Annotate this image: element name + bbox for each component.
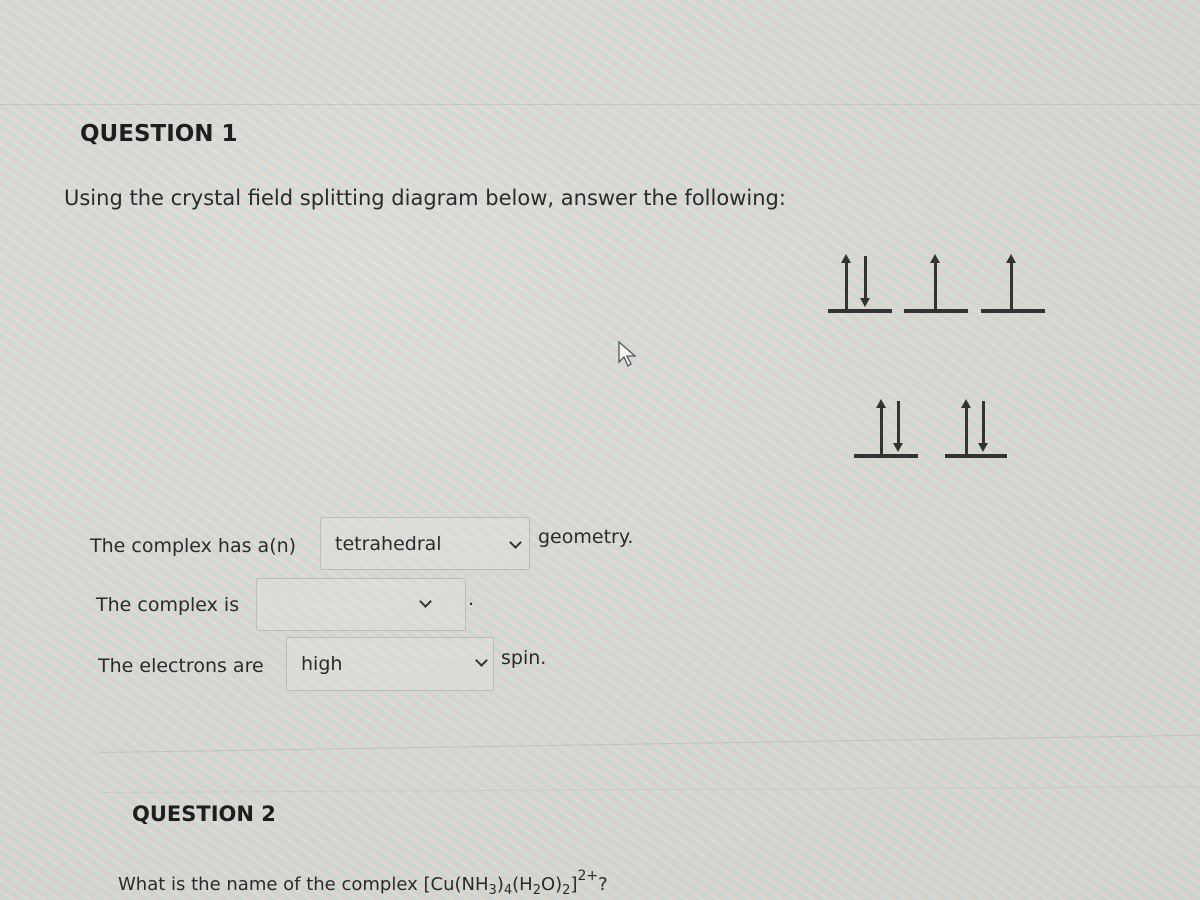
statement-geometry-prefix: The complex has a(n) xyxy=(90,535,297,557)
geometry-dropdown-value: tetrahedral xyxy=(335,532,442,555)
electron-down-arrow xyxy=(893,401,903,452)
electron-up-arrow xyxy=(876,399,886,454)
spin-dropdown-value: high xyxy=(301,653,343,675)
geometry-dropdown[interactable]: tetrahedral xyxy=(320,517,530,570)
electron-down-arrow xyxy=(860,256,870,307)
question-divider xyxy=(99,734,1200,753)
question-1-prompt: Using the crystal field splitting diagra… xyxy=(64,186,786,210)
formula-subscript: 2 xyxy=(532,883,541,898)
lower-orbital-2 xyxy=(945,454,1007,458)
electron-up-arrow xyxy=(930,254,940,309)
chevron-down-icon xyxy=(475,654,488,667)
chevron-down-icon xyxy=(419,595,432,608)
formula-subscript: 4 xyxy=(503,883,513,898)
lower-orbital-1 xyxy=(854,454,918,458)
electron-down-arrow xyxy=(978,401,988,452)
electron-up-arrow xyxy=(961,399,971,454)
question-1-title: QUESTION 1 xyxy=(80,121,238,147)
statement-geometry-suffix: geometry. xyxy=(538,526,634,548)
electron-up-arrow xyxy=(841,254,851,309)
formula-part: [Cu(NH xyxy=(423,874,489,895)
complex-formula: [Cu(NH3)4(H2O)2]2+? xyxy=(423,868,608,898)
statement-complex-suffix: . xyxy=(468,588,475,610)
top-divider xyxy=(0,104,1200,105)
statement-spin-suffix: spin. xyxy=(501,647,547,669)
upper-orbital-3 xyxy=(981,309,1045,313)
formula-subscript: 3 xyxy=(488,883,497,898)
complex-property-dropdown[interactable] xyxy=(256,578,466,631)
question-divider-lower xyxy=(99,786,1200,793)
formula-question-mark: ? xyxy=(598,874,608,895)
upper-orbital-2 xyxy=(904,309,968,313)
spin-dropdown[interactable]: high xyxy=(286,637,494,691)
formula-charge: 2+ xyxy=(577,868,599,884)
question-2-prompt-text: What is the name of the complex xyxy=(118,874,418,895)
upper-orbital-1 xyxy=(828,309,892,313)
statement-spin-prefix: The electrons are xyxy=(98,655,264,677)
formula-part: ) xyxy=(496,874,504,895)
formula-part: O) xyxy=(540,874,563,895)
formula-part: (H xyxy=(512,874,533,895)
question-2-prompt: What is the name of the complex [Cu(NH3)… xyxy=(118,868,608,898)
question-2-title: QUESTION 2 xyxy=(132,802,276,826)
electron-up-arrow xyxy=(1006,254,1016,309)
chevron-down-icon xyxy=(509,536,522,549)
statement-complex-prefix: The complex is xyxy=(96,594,240,616)
